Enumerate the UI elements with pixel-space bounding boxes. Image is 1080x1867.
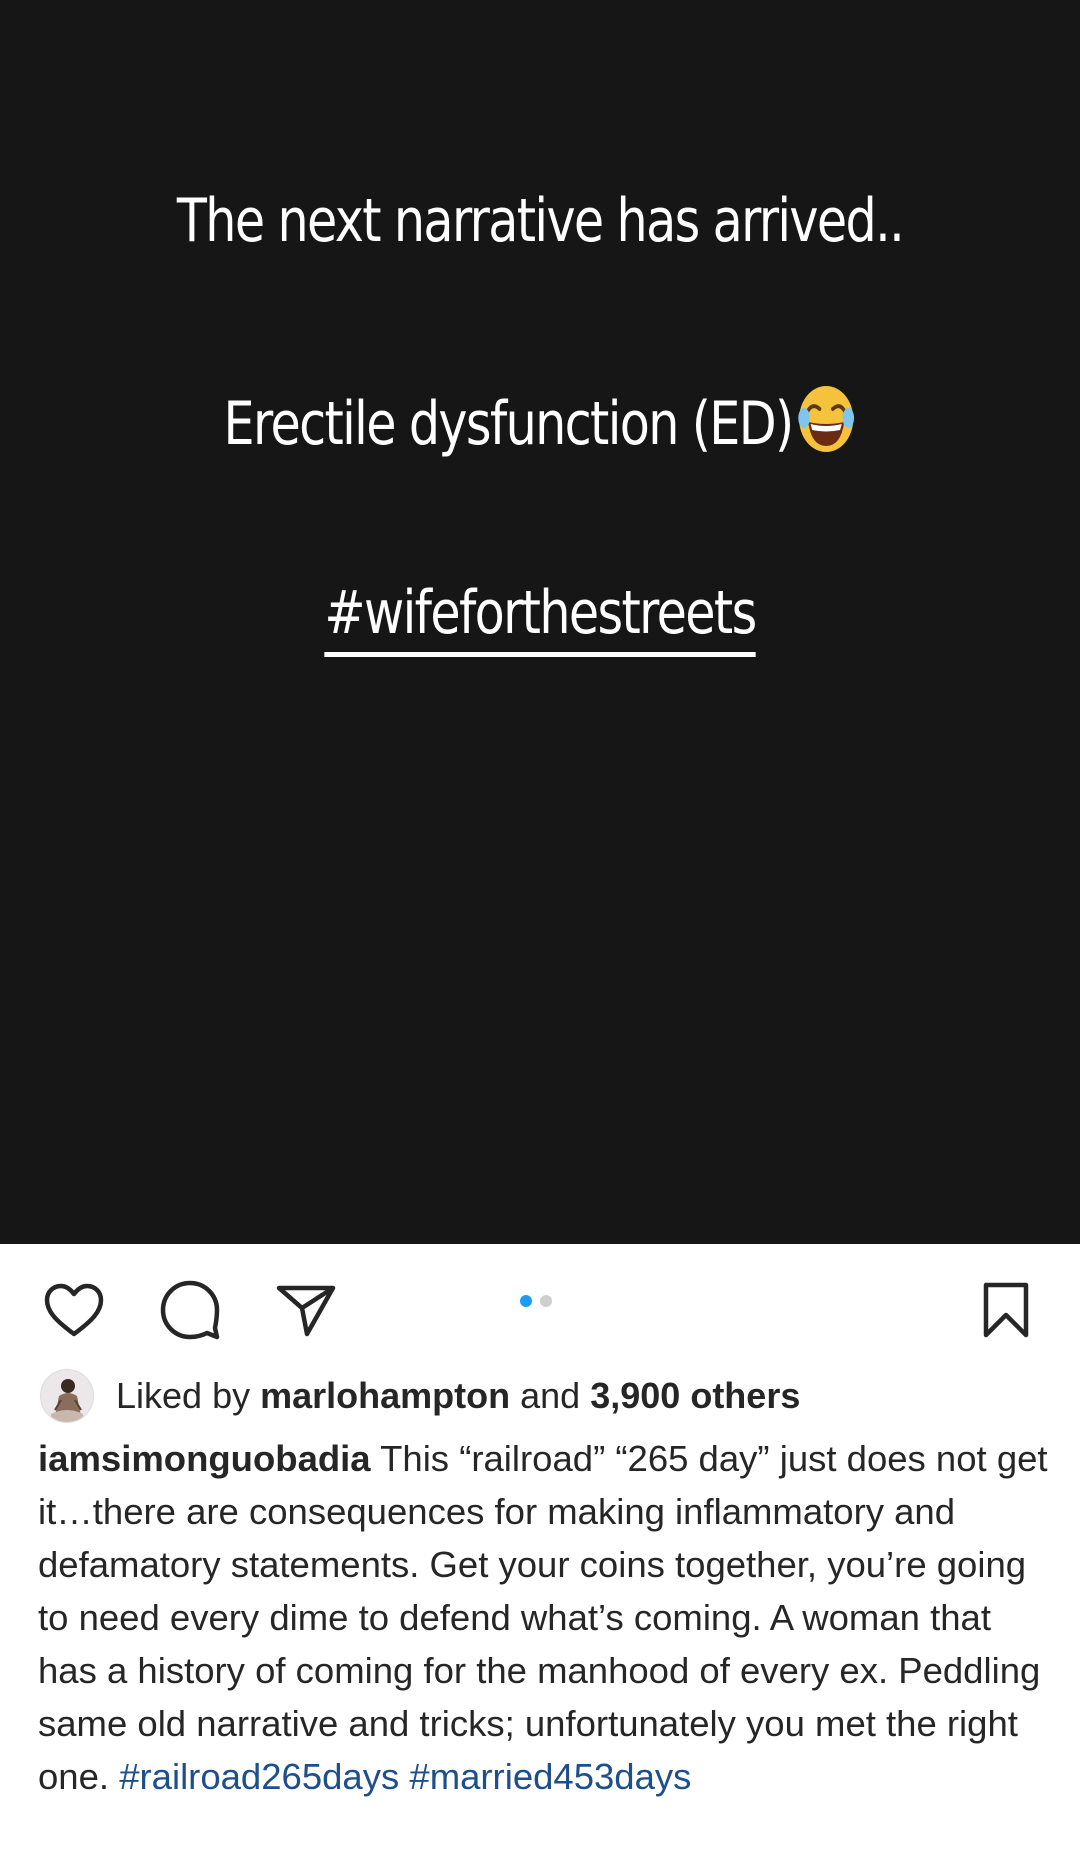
laughing-emoji-icon bbox=[796, 382, 857, 456]
post-action-bar bbox=[0, 1244, 1080, 1374]
share-icon[interactable] bbox=[270, 1274, 342, 1346]
story-text-line-1: The next narrative has arrived.. bbox=[176, 186, 905, 256]
heart-icon[interactable] bbox=[38, 1274, 110, 1346]
carousel-indicator bbox=[520, 1295, 552, 1307]
story-text-line-2: Erectile dysfunction (ED) bbox=[97, 382, 983, 459]
caption-text: This “railroad” “265 day” just does not … bbox=[38, 1438, 1048, 1797]
carousel-dot-active bbox=[520, 1295, 532, 1307]
story-text-line-2-label: Erectile dysfunction (ED) bbox=[223, 389, 794, 459]
comment-icon[interactable] bbox=[154, 1274, 226, 1346]
liked-by-user[interactable]: marlohampton bbox=[260, 1375, 510, 1417]
bookmark-icon[interactable] bbox=[970, 1274, 1042, 1346]
story-hashtag[interactable]: #wifeforthestreets bbox=[97, 578, 983, 657]
story-hashtag-label: #wifeforthestreets bbox=[324, 578, 757, 657]
caption-hashtag[interactable]: #railroad265days bbox=[119, 1756, 399, 1797]
caption-username[interactable]: iamsimonguobadia bbox=[38, 1438, 371, 1479]
liker-avatar[interactable] bbox=[40, 1369, 94, 1423]
caption-hashtag[interactable]: #married453days bbox=[409, 1756, 691, 1797]
likes-summary[interactable]: Liked by marlohampton and 3,900 others bbox=[40, 1368, 800, 1424]
post-image[interactable]: The next narrative has arrived.. Erectil… bbox=[0, 0, 1080, 1244]
likes-count[interactable]: 3,900 others bbox=[590, 1375, 800, 1417]
liked-by-conjunction: and bbox=[520, 1375, 581, 1416]
carousel-dot bbox=[540, 1295, 552, 1307]
post-caption: iamsimonguobadia This “railroad” “265 da… bbox=[38, 1432, 1048, 1803]
liked-by-label: Liked by bbox=[116, 1375, 251, 1416]
